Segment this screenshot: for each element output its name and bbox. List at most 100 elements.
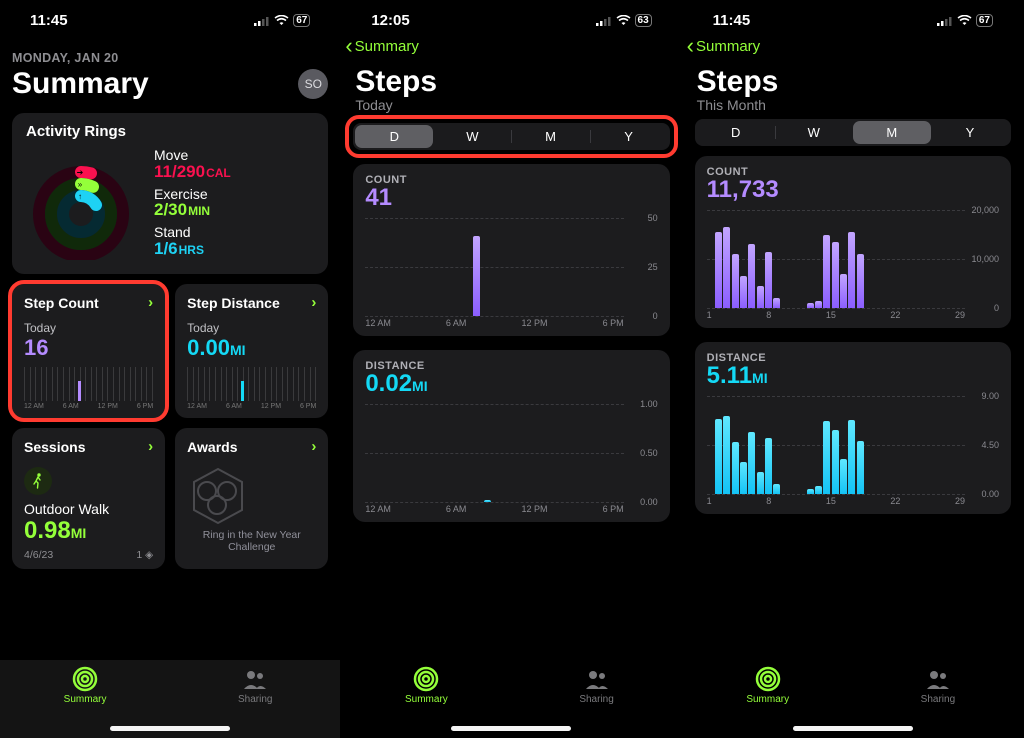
sharing-tab-icon [925, 666, 951, 692]
tab-summary[interactable]: Summary [396, 666, 456, 705]
count-chart: 50 25 0 [365, 218, 657, 316]
move-value: 11/290 [154, 162, 205, 181]
page-title: Steps [683, 65, 1023, 99]
sharing-tab-icon [584, 666, 610, 692]
avatar[interactable]: SO [298, 69, 328, 99]
x-axis: 18152229 [707, 310, 999, 320]
tab-sharing[interactable]: Sharing [908, 666, 968, 705]
seg-week[interactable]: W [433, 125, 511, 148]
sessions-card[interactable]: Sessions › Outdoor Walk 0.98MI 4/6/23 1 … [12, 428, 165, 569]
rings-tab-icon [413, 666, 439, 692]
seg-day[interactable]: D [697, 121, 775, 144]
activity-rings-icon: ➔ » ↑ [26, 150, 136, 260]
session-value: 0.98 [24, 517, 71, 544]
home-indicator[interactable] [451, 726, 571, 731]
status-time: 12:05 [371, 12, 409, 29]
chart-bar [715, 419, 722, 494]
time-range-segment: D W M Y [695, 119, 1011, 146]
chart-bar [484, 500, 491, 502]
count-value: 41 [365, 184, 657, 212]
rings-tab-icon [72, 666, 98, 692]
chart-bar [840, 274, 847, 308]
session-count: 1 ◈ [136, 549, 153, 561]
chart-bar [748, 244, 755, 308]
home-indicator[interactable] [110, 726, 230, 731]
screen-steps-today: 12:05 63 ‹ Summary Steps Today D W M Y C… [341, 0, 682, 738]
page-title: Summary [12, 67, 149, 101]
awards-card[interactable]: Awards › Ring in the New Year Challenge [175, 428, 328, 569]
seg-year[interactable]: Y [931, 121, 1009, 144]
count-card[interactable]: COUNT 11,733 20,000 10,000 0 18152229 [695, 156, 1011, 328]
count-card[interactable]: COUNT 41 50 25 0 12 AM6 AM12 PM6 PM [353, 164, 669, 336]
exercise-value: 2/30 [154, 200, 187, 219]
chart-bar [815, 486, 822, 494]
exercise-label: Exercise [154, 187, 231, 202]
chart-bar [740, 462, 747, 494]
chart-bar [857, 254, 864, 308]
back-button[interactable]: ‹ Summary [341, 31, 681, 65]
status-right: 67 [937, 14, 993, 27]
step-distance-title: Step Distance [187, 295, 280, 311]
mini-times: 12 AM6 AM12 PM6 PM [187, 403, 316, 410]
chart-bar [840, 459, 847, 494]
page-subtitle: This Month [683, 97, 1023, 113]
chart-bar [757, 286, 764, 308]
step-count-card[interactable]: Step Count › Today 16 12 AM6 AM12 PM6 PM [12, 284, 165, 418]
status-time: 11:45 [30, 12, 68, 29]
today-label: Today [187, 321, 316, 335]
seg-month[interactable]: M [511, 125, 589, 148]
distance-card[interactable]: DISTANCE 0.02MI 1.00 0.50 0.00 12 AM6 AM… [353, 350, 669, 522]
tab-sharing[interactable]: Sharing [567, 666, 627, 705]
chart-bar [823, 235, 830, 309]
chart-bar [732, 254, 739, 308]
chart-bar [815, 301, 822, 308]
step-distance-card[interactable]: Step Distance › Today 0.00MI 12 AM6 AM12… [175, 284, 328, 418]
back-button[interactable]: ‹ Summary [683, 31, 1023, 65]
chart-bar [857, 441, 864, 494]
chart-bar [823, 421, 830, 494]
count-value: 11,733 [707, 176, 999, 204]
activity-rings-card[interactable]: Activity Rings ➔ » ↑ Move [12, 113, 328, 274]
seg-day[interactable]: D [355, 125, 433, 148]
chart-bar [723, 227, 730, 308]
seg-month[interactable]: M [853, 121, 931, 144]
wifi-icon [616, 15, 631, 26]
award-badge-icon [187, 465, 249, 527]
chart-bar [765, 438, 772, 494]
mini-times: 12 AM6 AM12 PM6 PM [24, 403, 153, 410]
battery-icon: 67 [976, 14, 993, 27]
chart-bar [773, 484, 780, 494]
signal-icon [254, 16, 270, 26]
battery-icon: 67 [293, 14, 310, 27]
page-subtitle: Today [341, 97, 681, 113]
sessions-title: Sessions [24, 439, 85, 455]
tab-summary[interactable]: Summary [738, 666, 798, 705]
today-label: Today [24, 321, 153, 335]
wifi-icon [957, 15, 972, 26]
awards-title: Awards [187, 439, 237, 455]
highlight-box: D W M Y [349, 119, 673, 154]
chevron-left-icon: ‹ [345, 33, 352, 59]
svg-text:➔: ➔ [77, 168, 84, 177]
tab-summary[interactable]: Summary [55, 666, 115, 705]
seg-year[interactable]: Y [590, 125, 668, 148]
tab-sharing[interactable]: Sharing [225, 666, 285, 705]
status-bar: 11:45 67 [683, 0, 1023, 31]
chart-bar [832, 430, 839, 494]
seg-week[interactable]: W [775, 121, 853, 144]
screen-summary: 11:45 67 MONDAY, JAN 20 Summary SO Activ… [0, 0, 341, 738]
home-indicator[interactable] [793, 726, 913, 731]
distance-card[interactable]: DISTANCE 5.11MI 9.00 4.50 0.00 18152229 [695, 342, 1011, 514]
chart-bar [723, 416, 730, 494]
sharing-tab-icon [242, 666, 268, 692]
status-right: 67 [254, 14, 310, 27]
rings-tab-icon [755, 666, 781, 692]
chart-bar [807, 489, 814, 494]
chevron-right-icon: › [148, 438, 153, 455]
date-line: MONDAY, JAN 20 [12, 51, 328, 65]
svg-text:↑: ↑ [78, 192, 82, 201]
chart-bar [715, 232, 722, 308]
chart-bar [848, 232, 855, 308]
stand-value: 1/6 [154, 239, 178, 258]
x-axis: 12 AM6 AM12 PM6 PM [365, 318, 657, 328]
